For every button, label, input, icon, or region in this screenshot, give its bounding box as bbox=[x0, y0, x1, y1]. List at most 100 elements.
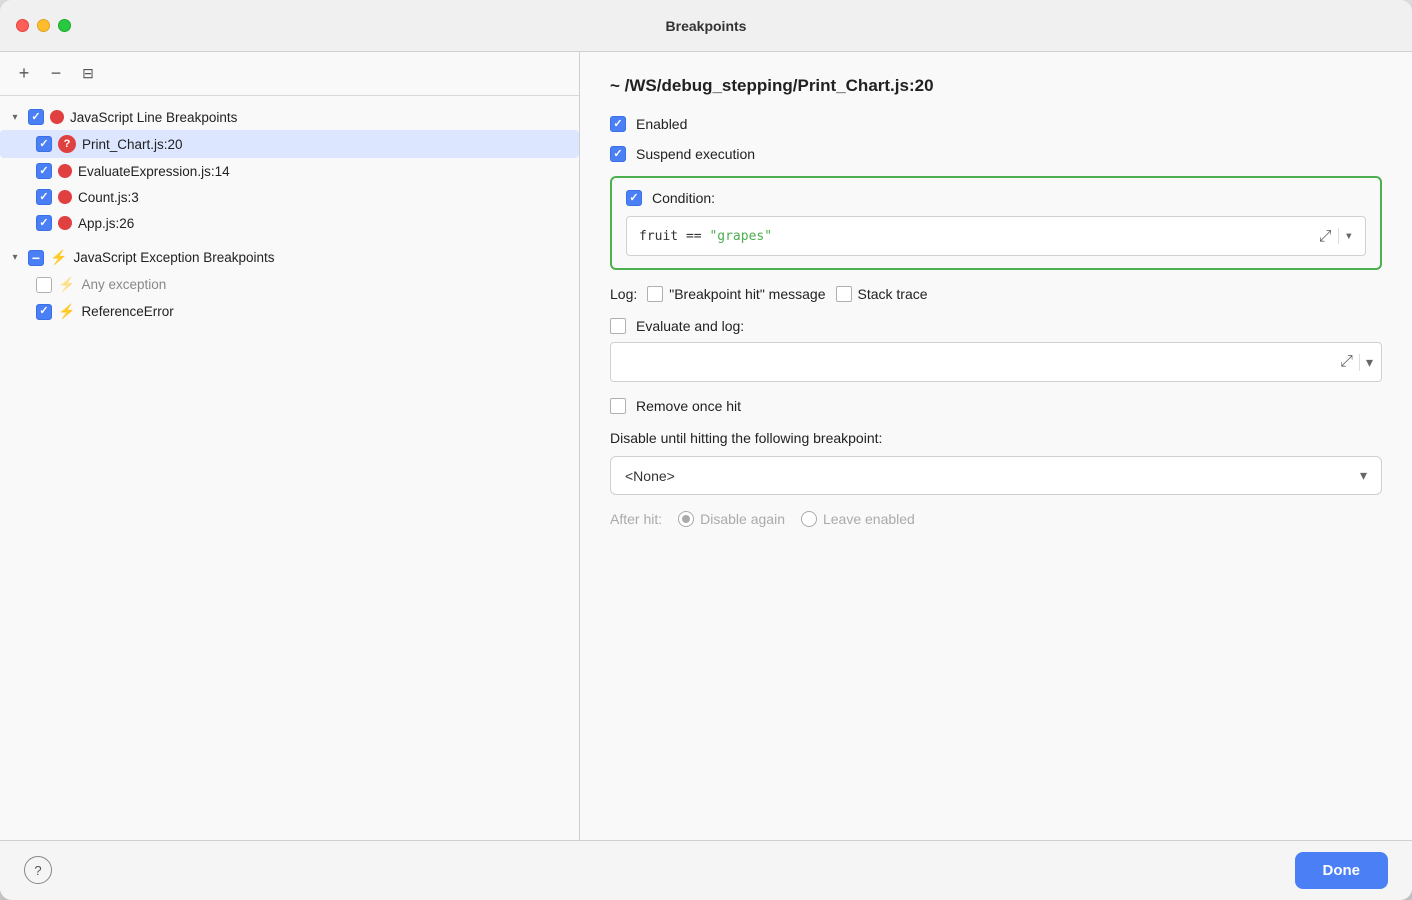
condition-box: ✓ Condition: fruit == "grapes" ⤢ ▾ bbox=[610, 176, 1382, 270]
add-button[interactable]: + bbox=[12, 62, 36, 86]
chevron-down-icon: ▾ bbox=[8, 112, 22, 123]
exception1-label: Any exception bbox=[81, 277, 166, 292]
exception2-checkbox[interactable]: ✓ bbox=[36, 304, 52, 320]
evaluate-input-actions: ⤢ ▾ bbox=[1340, 353, 1373, 371]
dropdown-icon[interactable]: ▾ bbox=[1338, 228, 1353, 244]
tree-item-any-exception[interactable]: ⚡ Any exception bbox=[0, 271, 579, 298]
main-content: + − ⊟ ▾ ✓ JavaScript Line Breakpoints bbox=[0, 52, 1412, 840]
group1-label: JavaScript Line Breakpoints bbox=[70, 110, 237, 125]
after-hit-label: After hit: bbox=[610, 511, 662, 527]
group1-checkbox[interactable]: ✓ bbox=[28, 109, 44, 125]
evaluate-input[interactable]: ⤢ ▾ bbox=[610, 342, 1382, 382]
breakpoint-dot3-icon bbox=[58, 190, 72, 204]
condition-label: Condition: bbox=[652, 190, 715, 206]
tree-item-reference-error[interactable]: ✓ ⚡ ReferenceError bbox=[0, 298, 579, 325]
help-button[interactable]: ? bbox=[24, 856, 52, 884]
radio-selected-dot bbox=[682, 515, 690, 523]
evaluate-checkbox[interactable] bbox=[610, 318, 626, 334]
condition-code: fruit == "grapes" bbox=[639, 229, 772, 244]
remove-button[interactable]: − bbox=[44, 62, 68, 86]
remove-label: Remove once hit bbox=[636, 398, 741, 414]
item3-checkbox[interactable]: ✓ bbox=[36, 189, 52, 205]
log-row: Log: "Breakpoint hit" message Stack trac… bbox=[610, 286, 1382, 302]
disable-again-radio[interactable]: Disable again bbox=[678, 511, 785, 527]
item1-checkbox[interactable]: ✓ bbox=[36, 136, 52, 152]
any-exception-lightning-icon: ⚡ bbox=[58, 276, 75, 293]
suspend-label: Suspend execution bbox=[636, 146, 755, 162]
disable-dropdown[interactable]: <None> ▾ bbox=[610, 456, 1382, 495]
leave-enabled-label: Leave enabled bbox=[823, 511, 915, 527]
stack-trace-label: Stack trace bbox=[858, 286, 928, 302]
enabled-label: Enabled bbox=[636, 116, 687, 132]
item3-label: Count.js:3 bbox=[78, 190, 139, 205]
exception-lightning-icon: ⚡ bbox=[50, 249, 67, 266]
left-panel: + − ⊟ ▾ ✓ JavaScript Line Breakpoints bbox=[0, 52, 580, 840]
group2-label: JavaScript Exception Breakpoints bbox=[73, 250, 274, 265]
close-button[interactable] bbox=[16, 19, 29, 32]
breakpoint-path: ~ /WS/debug_stepping/Print_Chart.js:20 bbox=[610, 76, 1382, 96]
exception2-label: ReferenceError bbox=[81, 304, 173, 319]
evaluate-label: Evaluate and log: bbox=[636, 318, 744, 334]
item4-checkbox[interactable]: ✓ bbox=[36, 215, 52, 231]
leave-enabled-radio-icon[interactable] bbox=[801, 511, 817, 527]
log-label: Log: bbox=[610, 286, 637, 302]
group1-header[interactable]: ▾ ✓ JavaScript Line Breakpoints bbox=[0, 104, 579, 130]
disable-again-label: Disable again bbox=[700, 511, 785, 527]
title-bar: Breakpoints bbox=[0, 0, 1412, 52]
condition-pre: fruit == bbox=[639, 229, 709, 244]
item1-label: Print_Chart.js:20 bbox=[82, 137, 183, 152]
minimize-button[interactable] bbox=[37, 19, 50, 32]
maximize-button[interactable] bbox=[58, 19, 71, 32]
condition-string: "grapes" bbox=[709, 229, 772, 244]
group2-checkbox[interactable]: − bbox=[28, 250, 44, 266]
window: Breakpoints + − ⊟ ▾ ✓ JavaScript Line Br… bbox=[0, 0, 1412, 900]
evaluate-header: Evaluate and log: bbox=[610, 318, 1382, 334]
traffic-lights bbox=[16, 19, 71, 32]
breakpoint-dot4-icon bbox=[58, 216, 72, 230]
reference-error-lightning-icon: ⚡ bbox=[58, 303, 75, 320]
disable-again-radio-icon[interactable] bbox=[678, 511, 694, 527]
condition-input[interactable]: fruit == "grapes" ⤢ ▾ bbox=[626, 216, 1366, 256]
breakpoint-dot-icon bbox=[50, 110, 64, 124]
after-hit-row: After hit: Disable again Leave enabled bbox=[610, 511, 1382, 527]
breakpoint-dot2-icon bbox=[58, 164, 72, 178]
code-input-actions: ⤢ ▾ bbox=[1319, 226, 1353, 246]
toolbar: + − ⊟ bbox=[0, 52, 579, 96]
evaluate-expand-icon[interactable]: ⤢ bbox=[1340, 353, 1353, 371]
group2-header[interactable]: ▾ − ⚡ JavaScript Exception Breakpoints bbox=[0, 244, 579, 271]
log-message-checkbox[interactable] bbox=[647, 286, 663, 302]
disable-none-label: <None> bbox=[625, 468, 675, 484]
disable-label: Disable until hitting the following brea… bbox=[610, 430, 1382, 446]
window-title: Breakpoints bbox=[666, 18, 747, 34]
item2-checkbox[interactable]: ✓ bbox=[36, 163, 52, 179]
enabled-checkbox[interactable]: ✓ bbox=[610, 116, 626, 132]
evaluate-dropdown-icon[interactable]: ▾ bbox=[1359, 354, 1373, 371]
help-icon: ? bbox=[34, 863, 41, 878]
suspend-checkbox[interactable]: ✓ bbox=[610, 146, 626, 162]
item2-label: EvaluateExpression.js:14 bbox=[78, 164, 230, 179]
leave-enabled-radio[interactable]: Leave enabled bbox=[801, 511, 915, 527]
remove-row: Remove once hit bbox=[610, 398, 1382, 414]
evaluate-section: Evaluate and log: ⤢ ▾ bbox=[610, 318, 1382, 382]
bottom-bar: ? Done bbox=[0, 840, 1412, 900]
right-panel: ~ /WS/debug_stepping/Print_Chart.js:20 ✓… bbox=[580, 52, 1412, 840]
expand-icon[interactable]: ⤢ bbox=[1319, 226, 1332, 246]
enabled-row: ✓ Enabled bbox=[610, 116, 1382, 132]
condition-checkbox[interactable]: ✓ bbox=[626, 190, 642, 206]
tree-item-evaluate-expression[interactable]: ✓ EvaluateExpression.js:14 bbox=[0, 158, 579, 184]
stack-trace-checkbox[interactable] bbox=[836, 286, 852, 302]
exception1-checkbox[interactable] bbox=[36, 277, 52, 293]
remove-checkbox[interactable] bbox=[610, 398, 626, 414]
tree-item-count[interactable]: ✓ Count.js:3 bbox=[0, 184, 579, 210]
item4-label: App.js:26 bbox=[78, 216, 134, 231]
suspend-row: ✓ Suspend execution bbox=[610, 146, 1382, 162]
tree-area: ▾ ✓ JavaScript Line Breakpoints ✓ ? Prin… bbox=[0, 96, 579, 840]
stack-trace-item: Stack trace bbox=[836, 286, 928, 302]
tree-item-print-chart[interactable]: ✓ ? Print_Chart.js:20 bbox=[0, 130, 579, 158]
tree-item-app[interactable]: ✓ App.js:26 bbox=[0, 210, 579, 236]
disable-chevron-icon: ▾ bbox=[1360, 467, 1367, 484]
disable-section: Disable until hitting the following brea… bbox=[610, 430, 1382, 495]
group-button[interactable]: ⊟ bbox=[76, 62, 100, 86]
log-message-label: "Breakpoint hit" message bbox=[669, 286, 825, 302]
done-button[interactable]: Done bbox=[1295, 852, 1389, 889]
